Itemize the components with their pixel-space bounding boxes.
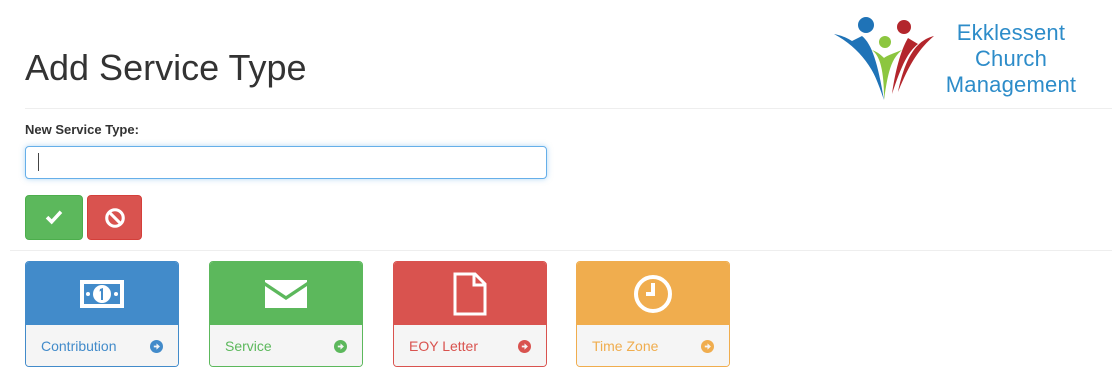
tile-time-zone[interactable]: Time Zone [576,261,730,367]
section-divider [10,250,1112,251]
service-type-label: New Service Type: [25,122,139,137]
page-title: Add Service Type [25,47,307,88]
tile-time-zone-header [577,262,729,325]
envelope-icon [265,279,307,308]
tile-service-header [210,262,362,325]
logo: Ekklessent Church Management [832,14,1092,104]
tile-contribution-label: Contribution [41,338,117,354]
tile-eoy-letter[interactable]: EOY Letter [393,261,547,367]
file-icon [453,272,487,315]
tile-time-zone-label: Time Zone [592,338,659,354]
tile-time-zone-footer[interactable]: Time Zone [577,325,729,366]
logo-line-1: Ekklessent [956,20,1066,45]
church-logo-icon [834,17,934,100]
text-caret [38,153,39,171]
ban-icon [104,207,125,228]
cancel-button[interactable] [87,195,142,240]
arrow-right-icon [518,339,531,353]
header-divider [25,108,1112,109]
tile-contribution-footer[interactable]: Contribution [26,325,178,366]
tile-eoy-letter-header [394,262,546,325]
tile-eoy-letter-footer[interactable]: EOY Letter [394,325,546,366]
clock-icon [634,274,672,313]
tile-service[interactable]: Service [209,261,363,367]
check-icon [45,209,63,224]
arrow-right-icon [150,339,163,353]
save-button[interactable] [25,195,83,240]
logo-line-2: Church [974,46,1048,71]
tile-contribution[interactable]: Contribution [25,261,179,367]
logo-line-3: Management [945,72,1077,97]
tile-service-footer[interactable]: Service [210,325,362,366]
money-icon [80,279,124,308]
tile-service-label: Service [225,338,272,354]
arrow-right-icon [701,339,714,353]
service-type-input[interactable] [25,146,547,179]
tile-eoy-letter-label: EOY Letter [409,338,479,354]
tile-contribution-header [26,262,178,325]
arrow-right-icon [334,339,347,353]
logo-text: Ekklessent Church Management [936,20,1086,98]
